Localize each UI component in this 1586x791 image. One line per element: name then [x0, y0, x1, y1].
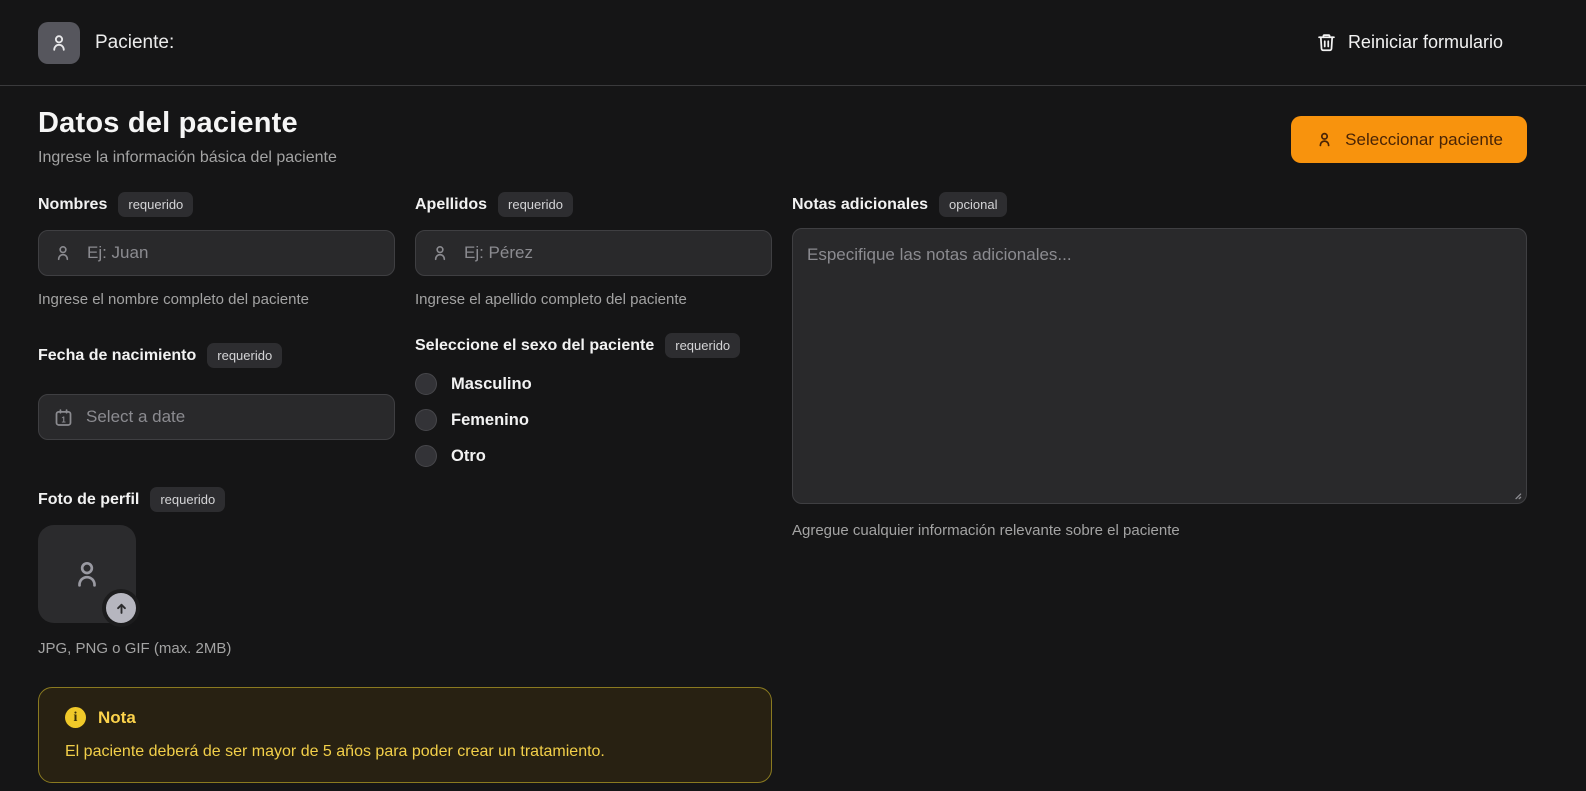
nombres-required-badge: requerido — [118, 192, 194, 217]
radio-label: Femenino — [451, 410, 529, 429]
radio-circle[interactable] — [415, 445, 437, 467]
form-column-1: Nombres requerido Ingrese el nombre comp… — [38, 191, 772, 783]
section-heading: Datos del paciente Ingrese la informació… — [38, 107, 337, 167]
date-picker-trigger[interactable]: 1 Select a date — [38, 394, 395, 440]
notas-textarea[interactable] — [792, 228, 1527, 504]
calendar-icon: 1 — [53, 407, 74, 428]
notas-label: Notas adicionales — [792, 195, 929, 213]
notas-helper: Agregue cualquier información relevante … — [792, 522, 1180, 539]
patient-label: Paciente: — [95, 31, 175, 53]
radio-label: Masculino — [451, 374, 532, 393]
radio-option-femenino[interactable]: Femenino — [415, 409, 772, 431]
radio-circle[interactable] — [415, 409, 437, 431]
fecha-label: Fecha de nacimiento — [38, 346, 197, 364]
sexo-label: Seleccione el sexo del paciente — [415, 336, 655, 354]
select-patient-button[interactable]: Seleccionar paciente — [1291, 116, 1527, 163]
date-placeholder: Select a date — [86, 407, 186, 426]
sexo-required-badge: requerido — [665, 333, 741, 358]
radio-option-otro[interactable]: Otro — [415, 445, 772, 467]
svg-text:1: 1 — [61, 415, 66, 424]
upload-arrow-icon — [106, 593, 136, 623]
patient-header: Paciente: — [38, 21, 175, 64]
sexo-radio-group: Masculino Femenino Otro — [415, 373, 772, 467]
foto-label: Foto de perfil — [38, 490, 140, 508]
field-foto-perfil: Foto de perfil requerido JPG, PNG o GIF … — [38, 486, 395, 657]
apellidos-helper: Ingrese el apellido completo del pacient… — [415, 291, 687, 308]
radio-circle[interactable] — [415, 373, 437, 395]
page-subtitle: Ingrese la información básica del pacien… — [38, 149, 337, 166]
trash-icon — [1316, 32, 1337, 53]
user-icon — [1315, 130, 1334, 149]
nombres-helper: Ingrese el nombre completo del paciente — [38, 291, 309, 308]
apellidos-input[interactable] — [462, 242, 757, 264]
nombres-input-wrap — [38, 230, 395, 276]
nombres-label: Nombres — [38, 195, 108, 213]
radio-label: Otro — [451, 446, 486, 465]
field-notas: Notas adicionales opcional Agregue cualq… — [792, 191, 1527, 539]
photo-upload-dropzone[interactable] — [38, 525, 136, 623]
apellidos-required-badge: requerido — [498, 192, 573, 217]
info-icon: i — [65, 707, 86, 728]
apellidos-input-wrap — [415, 230, 772, 276]
user-icon — [53, 243, 73, 263]
form-column-2: Apellidos requerido Ingrese el apellido … — [415, 191, 772, 783]
user-icon — [430, 243, 450, 263]
fecha-required-badge: requerido — [207, 343, 283, 368]
reset-form-button[interactable]: Reiniciar formulario — [1310, 31, 1509, 54]
form-column-3: Notas adicionales opcional Agregue cualq… — [792, 191, 1527, 783]
field-apellidos: Apellidos requerido Ingrese el apellido … — [415, 191, 772, 308]
foto-helper: JPG, PNG o GIF (max. 2MB) — [38, 640, 232, 657]
field-sexo: Seleccione el sexo del paciente requerid… — [415, 332, 772, 467]
select-patient-label: Seleccionar paciente — [1345, 129, 1503, 149]
user-icon — [48, 32, 70, 54]
radio-option-masculino[interactable]: Masculino — [415, 373, 772, 395]
user-icon — [67, 554, 107, 594]
foto-required-badge: requerido — [150, 487, 226, 512]
field-fecha-nacimiento: Fecha de nacimiento requerido 1 Select a… — [38, 342, 395, 440]
note-title: Nota — [98, 707, 136, 727]
page-title: Datos del paciente — [38, 107, 298, 139]
field-nombres: Nombres requerido Ingrese el nombre comp… — [38, 191, 395, 308]
notas-optional-badge: opcional — [939, 192, 1008, 217]
reset-form-label: Reiniciar formulario — [1347, 32, 1503, 52]
patient-avatar — [38, 21, 80, 64]
nombres-input[interactable] — [85, 242, 380, 264]
patient-form-section: Datos del paciente Ingrese la informació… — [0, 86, 1586, 783]
topbar: Paciente: Reiniciar formulario — [0, 0, 1586, 86]
apellidos-label: Apellidos — [415, 195, 488, 213]
